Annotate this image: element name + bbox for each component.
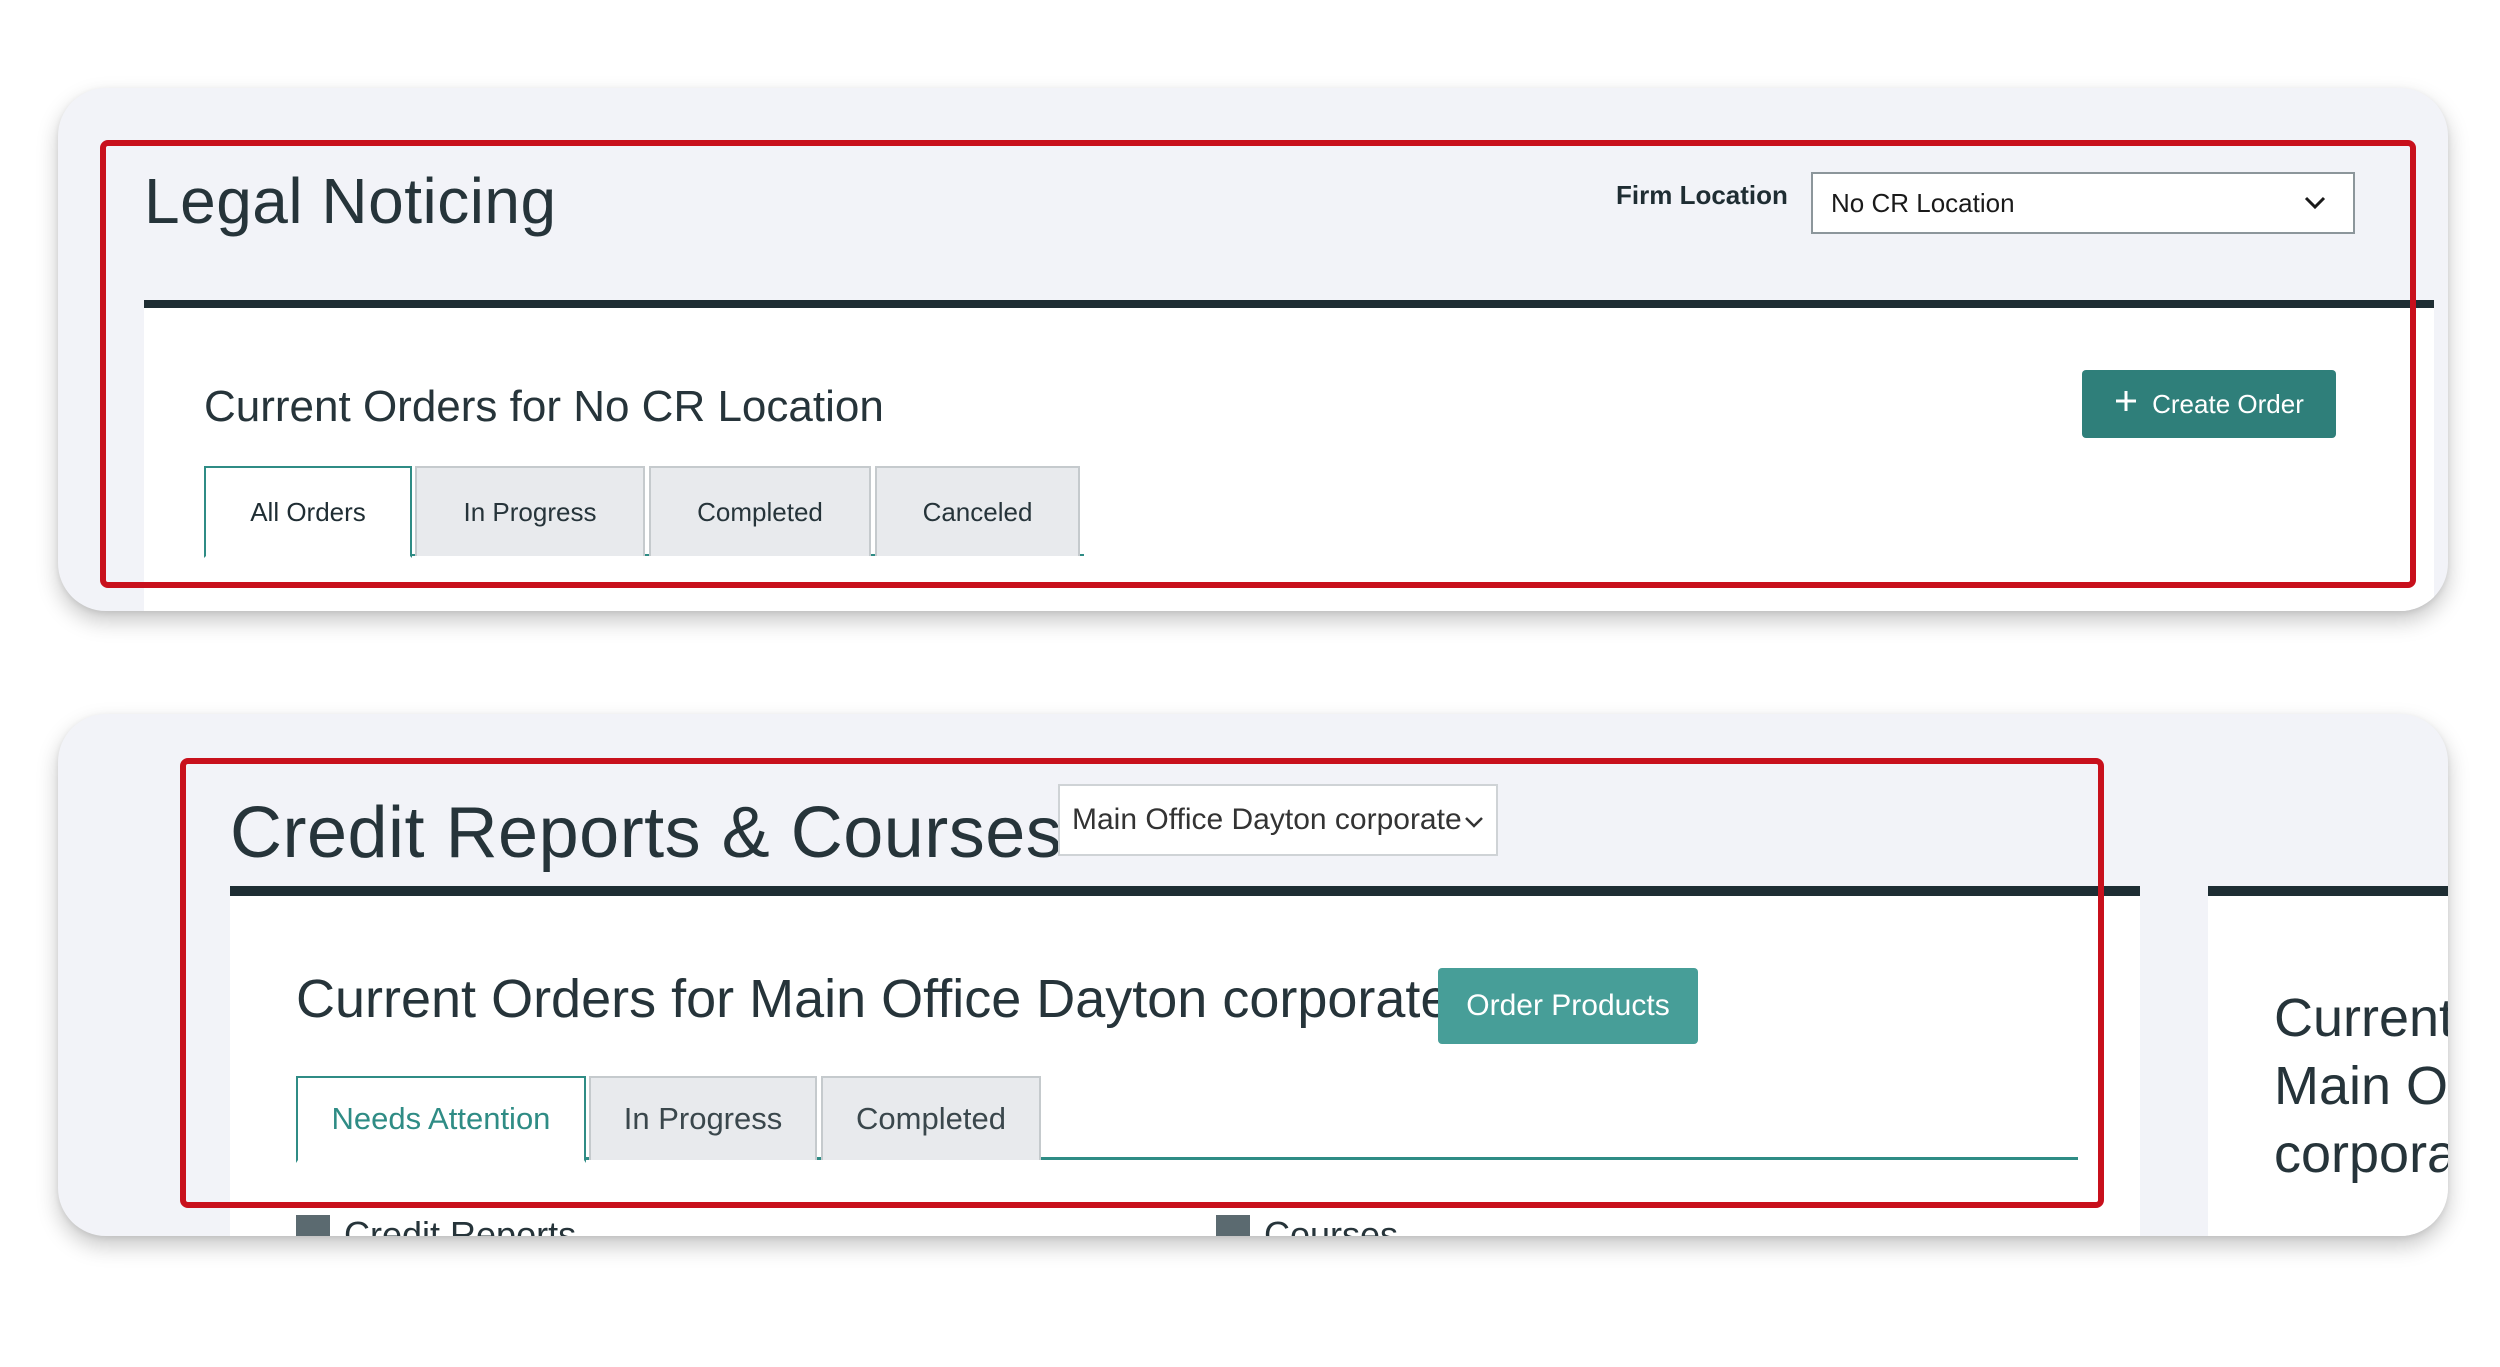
current-orders-title: Current Orders for Main Office Dayton co… bbox=[296, 969, 1451, 1029]
tab-completed[interactable]: Completed bbox=[649, 466, 871, 556]
chevron-down-icon bbox=[2295, 183, 2335, 223]
order-tabs: All Orders In Progress Completed Cancele… bbox=[204, 466, 1084, 558]
orders-panel: Current Orders for Main Office Dayton co… bbox=[230, 886, 2140, 1236]
order-tabs: Needs Attention In Progress Completed bbox=[296, 1076, 2078, 1163]
tab-in-progress[interactable]: In Progress bbox=[415, 466, 645, 556]
firm-location-select[interactable]: No CR Location bbox=[1811, 172, 2355, 234]
firm-location-value: No CR Location bbox=[1831, 187, 2015, 218]
courses-icon bbox=[1216, 1215, 1250, 1236]
page-title: Credit Reports & Courses bbox=[230, 793, 1063, 873]
create-order-label: Create Order bbox=[2152, 388, 2304, 419]
location-value: Main Office Dayton corporate bbox=[1072, 803, 1462, 836]
courses-section: Courses bbox=[1216, 1214, 1398, 1236]
side-line-1: Current bbox=[2274, 988, 2448, 1048]
side-line-3: corpora bbox=[2274, 1124, 2448, 1184]
order-products-button[interactable]: Order Products bbox=[1438, 968, 1698, 1044]
document-icon bbox=[296, 1215, 330, 1236]
side-line-2: Main Of bbox=[2274, 1056, 2448, 1116]
side-orders-panel: Current Main Of corpora bbox=[2208, 886, 2448, 1236]
tab-all-orders[interactable]: All Orders bbox=[204, 466, 412, 558]
tab-needs-attention[interactable]: Needs Attention bbox=[296, 1076, 586, 1163]
credit-reports-label: Credit Reports bbox=[344, 1214, 577, 1236]
plus-icon bbox=[2114, 389, 2138, 420]
tab-in-progress[interactable]: In Progress bbox=[589, 1076, 817, 1160]
credit-reports-card: Credit Reports & Courses Main Office Day… bbox=[58, 714, 2448, 1236]
courses-label: Courses bbox=[1264, 1214, 1399, 1236]
current-orders-title: Current Orders for No CR Location bbox=[204, 382, 884, 431]
side-panel-title: Current Main Of corpora bbox=[2274, 984, 2448, 1188]
page-title: Legal Noticing bbox=[144, 165, 557, 237]
tab-canceled[interactable]: Canceled bbox=[875, 466, 1080, 556]
firm-location-label: Firm Location bbox=[1616, 180, 1788, 210]
tab-completed[interactable]: Completed bbox=[821, 1076, 1041, 1160]
orders-panel: Current Orders for No CR Location Create… bbox=[144, 300, 2434, 611]
credit-reports-section: Credit Reports bbox=[296, 1214, 576, 1236]
location-select[interactable]: Main Office Dayton corporate bbox=[1058, 784, 1498, 856]
chevron-down-icon bbox=[1464, 803, 1484, 837]
create-order-button[interactable]: Create Order bbox=[2082, 370, 2336, 438]
legal-noticing-card: Legal Noticing Firm Location No CR Locat… bbox=[58, 88, 2448, 611]
